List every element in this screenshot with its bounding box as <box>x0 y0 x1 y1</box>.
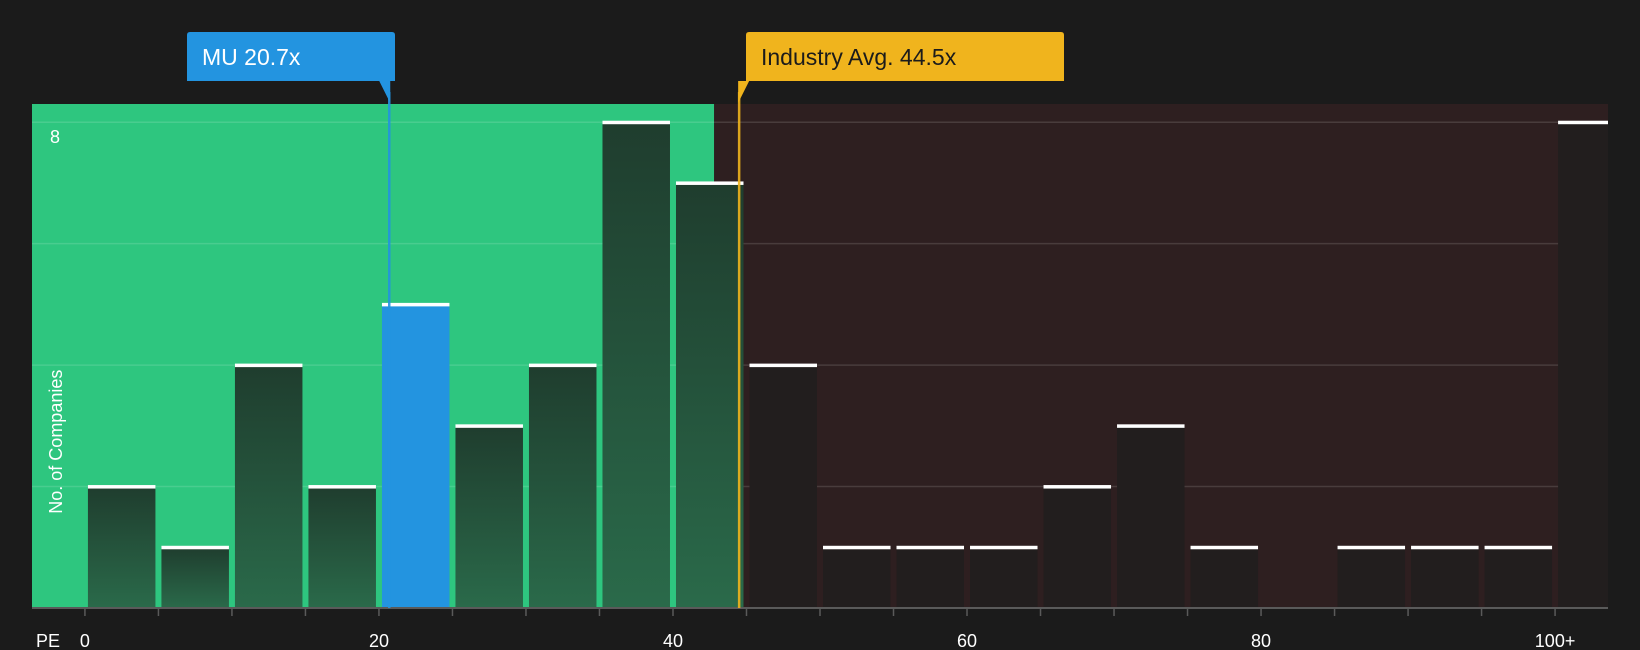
x-tick-label: 40 <box>663 631 683 650</box>
bar-top <box>675 181 744 185</box>
bar <box>1043 486 1112 608</box>
bar-top <box>1484 545 1553 550</box>
bar <box>1558 122 1608 609</box>
bar <box>161 547 229 608</box>
bar <box>1337 547 1406 608</box>
bar-top <box>308 485 376 489</box>
bar <box>455 425 523 608</box>
x-tick-label: 20 <box>369 631 389 650</box>
bar <box>675 182 744 608</box>
bar-top <box>749 363 817 368</box>
bar-top <box>896 545 965 550</box>
bar-top <box>1411 545 1479 550</box>
bar <box>1484 547 1553 608</box>
bar-top <box>455 424 523 428</box>
bar-top <box>823 545 891 550</box>
bar-top <box>1190 545 1259 550</box>
bar <box>970 547 1038 608</box>
bar <box>308 486 376 608</box>
industry-avg-callout-label: Industry Avg. 44.5x <box>761 44 957 70</box>
bar-top <box>1337 545 1406 550</box>
bar <box>1190 547 1259 608</box>
bar-top <box>1043 485 1112 489</box>
bar <box>823 547 891 608</box>
bar-top <box>1117 424 1185 428</box>
bar-top <box>602 120 670 125</box>
y-tick-label: 8 <box>50 127 60 147</box>
bar <box>1117 425 1185 608</box>
x-tick-label: 100+ <box>1535 631 1576 650</box>
y-axis-label: No. of Companies <box>46 370 66 514</box>
bar <box>87 486 156 608</box>
bar-top <box>161 545 229 550</box>
bar-top <box>234 363 303 368</box>
bar <box>234 365 303 608</box>
bar <box>528 365 597 608</box>
x-tick-label: 0 <box>80 631 90 650</box>
company-callout-label: MU 20.7x <box>202 44 301 70</box>
bar <box>1411 547 1479 608</box>
bar-top <box>970 545 1038 550</box>
bar <box>602 122 670 609</box>
bar-top <box>381 302 450 307</box>
pe-distribution-chart: 0 20 40 60 80 100+ PE 8 No. of Companies MU 2… <box>32 32 1608 650</box>
bar-top <box>528 363 597 368</box>
x-tick-label: 80 <box>1251 631 1271 650</box>
bar <box>896 547 965 608</box>
x-axis-label: PE <box>36 631 60 650</box>
bar <box>749 365 817 608</box>
bar <box>381 304 450 608</box>
bar-top <box>87 485 156 489</box>
x-tick-label: 60 <box>957 631 977 650</box>
x-axis: 0 20 40 60 80 100+ <box>32 607 1608 650</box>
bar-top <box>1558 120 1608 125</box>
